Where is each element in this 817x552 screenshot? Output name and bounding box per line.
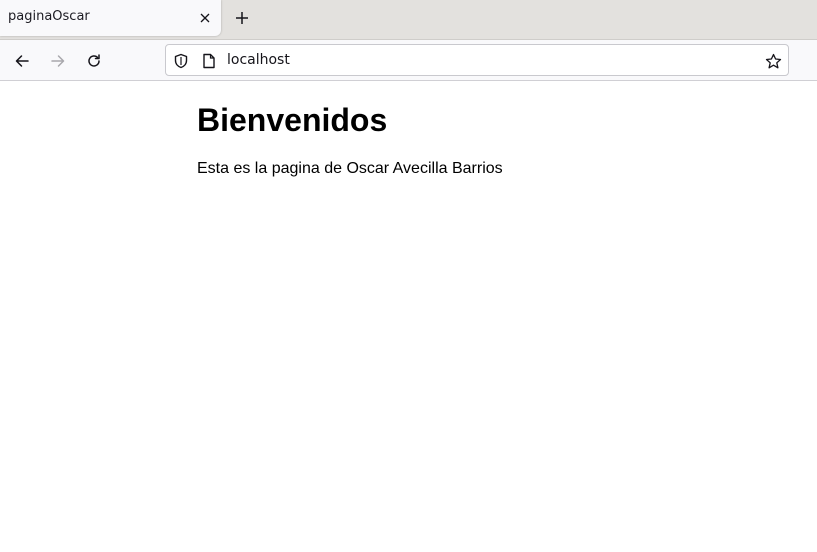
tab-strip: paginaOscar [0,0,817,40]
page-heading: Bienvenidos [197,102,388,138]
plus-icon[interactable] [231,7,253,29]
shield-icon[interactable] [172,52,190,70]
page-paragraph: Esta es la pagina de Oscar Avecilla Barr… [197,160,503,177]
url-input[interactable]: localhost [227,52,290,68]
navigation-toolbar: localhost [0,40,817,81]
reload-icon[interactable] [81,48,107,74]
star-icon[interactable] [764,52,782,70]
close-icon[interactable] [195,8,215,28]
url-bar[interactable]: localhost [165,44,789,76]
tab-title: paginaOscar [8,9,90,24]
tab-paginaoscar[interactable]: paginaOscar [0,0,221,36]
arrow-right-icon[interactable] [45,48,71,74]
arrow-left-icon[interactable] [9,48,35,74]
page-icon[interactable] [200,52,218,70]
page-content: Bienvenidos Esta es la pagina de Oscar A… [0,82,817,552]
